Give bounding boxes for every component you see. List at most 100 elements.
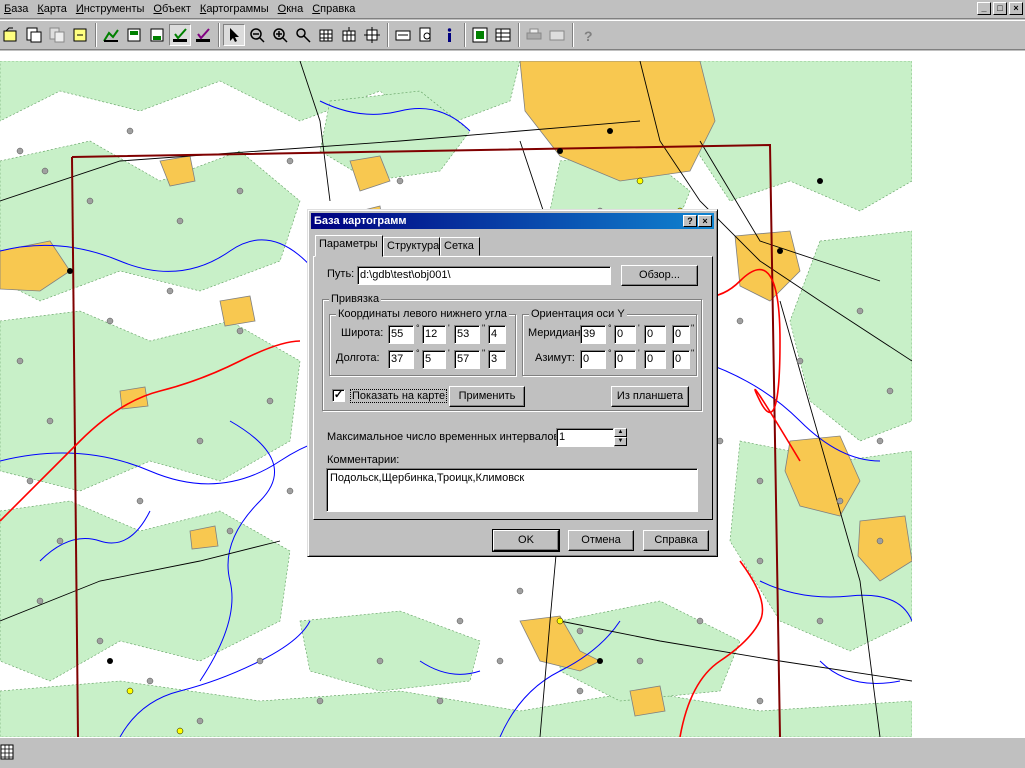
tab-parameters[interactable]: Параметры [315, 235, 383, 257]
binding-group-title: Привязка [329, 293, 382, 305]
show-on-map-label[interactable]: Показать на карте [350, 389, 448, 403]
toolbar-separator [518, 23, 520, 47]
azimuth-minutes-field[interactable]: 0 [614, 350, 636, 369]
tab-grid[interactable]: Сетка [440, 237, 480, 256]
copy-icon[interactable] [46, 24, 68, 46]
label-icon[interactable] [392, 24, 414, 46]
path-label: Путь: [327, 268, 355, 280]
cancel-button[interactable]: Отмена [568, 530, 634, 551]
menu-instrumenty[interactable]: Инструменты [72, 0, 150, 19]
longitude-fraction-field[interactable]: 3 [488, 350, 506, 369]
meridian-label: Меридиан: [528, 327, 584, 339]
max-intervals-label: Максимальное число временных интервалов: [327, 431, 563, 443]
mdi-restore-button[interactable]: □ [993, 2, 1007, 15]
second-mark: " [482, 348, 486, 358]
layer-check-icon[interactable] [169, 24, 191, 46]
apply-button[interactable]: Применить [449, 386, 525, 407]
dialog-close-button[interactable]: × [698, 215, 712, 227]
spin-down-button[interactable]: ▼ [614, 437, 627, 446]
corner-coords-title: Координаты левого нижнего угла [336, 308, 509, 320]
layer-check2-icon[interactable] [192, 24, 214, 46]
dialog-help-button[interactable]: ? [683, 215, 697, 227]
meridian-minutes-field[interactable]: 0 [614, 325, 636, 344]
grid-icon[interactable] [315, 24, 337, 46]
toolbar-separator [387, 23, 389, 47]
map-top-margin [0, 51, 912, 61]
longitude-seconds-field[interactable]: 57 [454, 350, 480, 369]
mdi-close-button[interactable]: × [1009, 2, 1023, 15]
zoom-in-icon[interactable] [269, 24, 291, 46]
azimuth-degrees-field[interactable]: 0 [580, 350, 606, 369]
print-icon[interactable] [523, 24, 545, 46]
meridian-seconds-field[interactable]: 0 [644, 325, 666, 344]
table-icon[interactable] [492, 24, 514, 46]
meridian-fraction-field[interactable]: 0 [672, 325, 690, 344]
print-setup-icon[interactable] [546, 24, 568, 46]
tab-panel-parameters: Путь: d:\gdb\test\obj001\ Обзор... Привя… [313, 256, 713, 520]
svg-text:?: ? [584, 28, 593, 43]
toolbar-separator [572, 23, 574, 47]
toolbar-separator [218, 23, 220, 47]
meridian-degrees-field[interactable]: 39 [580, 325, 606, 344]
mdi-minimize-button[interactable]: _ [977, 2, 991, 15]
zoom-fit-icon[interactable] [292, 24, 314, 46]
latitude-seconds-field[interactable]: 53 [454, 325, 480, 344]
longitude-degrees-field[interactable]: 37 [388, 350, 414, 369]
from-tablet-button[interactable]: Из планшета [611, 386, 689, 407]
menu-bar: База Карта Инструменты Объект Картограмм… [0, 0, 1025, 19]
binding-group: Привязка Координаты левого нижнего угла … [322, 293, 702, 411]
tab-structure[interactable]: Структура [383, 237, 440, 256]
second-mark: " [691, 348, 695, 358]
latitude-fraction-field[interactable]: 4 [488, 325, 506, 344]
status-bar [0, 737, 1025, 768]
crosshair-icon[interactable] [361, 24, 383, 46]
layer-save-icon[interactable] [123, 24, 145, 46]
grid-add-icon[interactable] [338, 24, 360, 46]
latitude-label: Широта: [341, 327, 384, 339]
menu-baza[interactable]: База [0, 0, 33, 19]
save-db-icon[interactable] [23, 24, 45, 46]
map-view[interactable]: База картограмм ? × Параметры Структура … [0, 61, 912, 737]
export-icon[interactable] [69, 24, 91, 46]
max-intervals-spinner[interactable]: ▲ ▼ [614, 428, 627, 447]
find-icon[interactable] [415, 24, 437, 46]
show-on-map-checkbox[interactable]: ✓ [332, 389, 345, 402]
layer-icon[interactable] [100, 24, 122, 46]
dialog-title: База картограмм [314, 215, 407, 227]
pointer-icon[interactable] [223, 24, 245, 46]
help-icon[interactable]: ? [577, 24, 599, 46]
layer-edit-icon[interactable] [146, 24, 168, 46]
browse-button[interactable]: Обзор... [621, 265, 698, 286]
path-input[interactable]: d:\gdb\test\obj001\ [357, 266, 611, 285]
longitude-minutes-field[interactable]: 5 [422, 350, 446, 369]
azimuth-label: Азимут: [535, 352, 575, 364]
degree-mark: ° [416, 348, 420, 358]
calc-icon[interactable] [469, 24, 491, 46]
toolbar-separator [95, 23, 97, 47]
latitude-degrees-field[interactable]: 55 [388, 325, 414, 344]
menu-kartogrammy[interactable]: Картограммы [196, 0, 274, 19]
latitude-minutes-field[interactable]: 12 [422, 325, 446, 344]
menu-okna[interactable]: Окна [274, 0, 309, 19]
comments-label: Комментарии: [327, 454, 400, 466]
azimuth-fraction-field[interactable]: 0 [672, 350, 690, 369]
menu-karta[interactable]: Карта [33, 0, 71, 19]
toolbar: ? [0, 20, 1025, 50]
azimuth-seconds-field[interactable]: 0 [644, 350, 666, 369]
second-mark: " [691, 323, 695, 333]
comments-textarea[interactable]: Подольск,Щербинка,Троицк,Климовск [326, 468, 698, 512]
menu-obekt[interactable]: Объект [149, 0, 195, 19]
ok-button[interactable]: OK [492, 529, 560, 552]
help-button[interactable]: Справка [643, 530, 709, 551]
longitude-label: Долгота: [336, 352, 380, 364]
grid-status-icon[interactable] [0, 744, 14, 760]
zoom-out-icon[interactable] [246, 24, 268, 46]
corner-coords-group: Координаты левого нижнего угла Широта: 5… [329, 308, 516, 376]
map-right-margin [912, 51, 1025, 737]
menu-spravka[interactable]: Справка [308, 0, 360, 19]
open-db-icon[interactable] [0, 24, 22, 46]
degree-mark: ° [608, 323, 612, 333]
info-icon[interactable] [438, 24, 460, 46]
spin-up-button[interactable]: ▲ [614, 428, 627, 437]
max-intervals-input[interactable]: 1 [556, 428, 614, 447]
